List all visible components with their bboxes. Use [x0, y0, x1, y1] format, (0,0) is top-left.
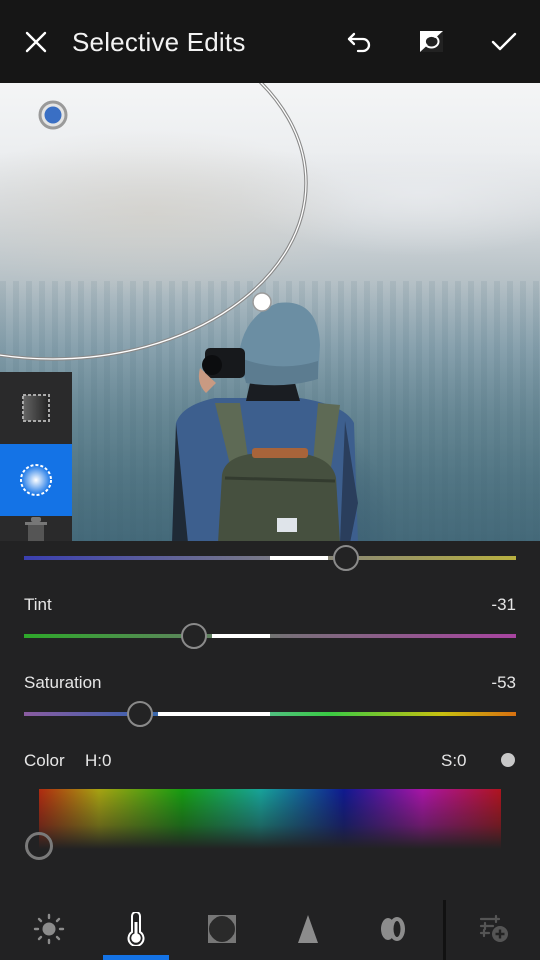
- saturation-slider[interactable]: [24, 701, 516, 727]
- add-adjustment-icon: [479, 914, 508, 942]
- tint-track: [24, 634, 516, 638]
- photo-canvas[interactable]: [0, 83, 540, 541]
- tab-color[interactable]: [118, 912, 154, 946]
- tint-label: Tint: [24, 595, 52, 614]
- detail-icon: [298, 915, 318, 943]
- trash-icon: [25, 517, 47, 542]
- color-temperature-icon: [127, 912, 145, 946]
- tint-value[interactable]: -31: [491, 595, 516, 615]
- page-title: Selective Edits: [72, 27, 246, 57]
- confirm-button[interactable]: [487, 25, 521, 59]
- tint-slider[interactable]: [24, 623, 516, 649]
- saturation-value[interactable]: -53: [491, 673, 516, 693]
- temp-thumb[interactable]: [333, 545, 360, 571]
- color-label: Color: [24, 751, 65, 770]
- tab-light[interactable]: [31, 912, 67, 946]
- saturation-track: [24, 712, 516, 716]
- color-picker[interactable]: [39, 789, 501, 849]
- tab-optics[interactable]: [375, 912, 411, 946]
- saturation-readout: S:0: [441, 751, 467, 770]
- radial-gradient-tool[interactable]: [0, 444, 72, 516]
- tab-detail[interactable]: [290, 912, 326, 946]
- close-icon: [25, 31, 47, 53]
- adjustment-panel: Tint -31 Saturation -53 Color H:0 S:0: [0, 541, 540, 898]
- radial-gradient-icon: [20, 464, 52, 496]
- tint-fill: [211, 634, 270, 638]
- active-tab-indicator: [103, 955, 169, 960]
- temp-slider[interactable]: [24, 545, 516, 571]
- mask-tool-panel: [0, 372, 72, 542]
- saturation-fill: [157, 712, 270, 716]
- add-adjustment-button[interactable]: [477, 912, 513, 946]
- optics-icon: [381, 917, 405, 941]
- mask-pin-center: [44, 106, 62, 124]
- bottom-tab-bar: [0, 898, 540, 960]
- tab-effects[interactable]: [204, 912, 240, 946]
- top-bar: Selective Edits: [0, 0, 540, 83]
- linear-gradient-icon: [22, 394, 50, 422]
- saturation-thumb[interactable]: [126, 701, 153, 727]
- saturation-label: Saturation: [24, 673, 102, 692]
- delete-tool[interactable]: [0, 516, 72, 542]
- tint-thumb[interactable]: [180, 623, 207, 649]
- before-after-toggle-icon: [420, 31, 443, 52]
- hue-readout: H:0: [85, 751, 112, 770]
- close-button[interactable]: [19, 25, 53, 59]
- undo-button[interactable]: [343, 25, 377, 59]
- color-swatch[interactable]: [501, 753, 515, 767]
- undo-icon: [347, 32, 371, 53]
- radial-mask-overlay[interactable]: [0, 83, 540, 541]
- color-picker-thumb[interactable]: [25, 832, 53, 860]
- effects-icon: [208, 915, 236, 943]
- mask-resize-handle[interactable]: [252, 292, 272, 312]
- temp-fill: [270, 556, 329, 560]
- linear-gradient-tool[interactable]: [0, 372, 72, 444]
- before-after-toggle-button[interactable]: [415, 25, 449, 59]
- light-icon: [33, 913, 65, 945]
- checkmark-icon: [491, 32, 517, 51]
- toolbar-divider: [443, 900, 446, 960]
